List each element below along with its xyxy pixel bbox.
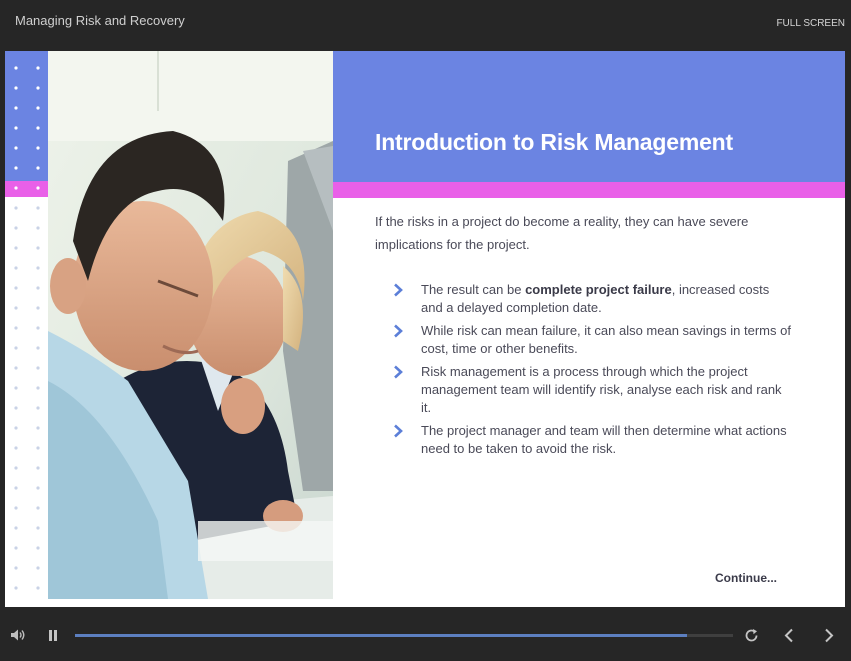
progress-bar[interactable] [75, 634, 733, 637]
business-people-photo [48, 51, 333, 599]
list-item: Risk management is a process through whi… [392, 363, 792, 417]
pause-icon[interactable] [47, 629, 59, 642]
emphasis-text: complete project failure [525, 282, 672, 297]
course-title: Managing Risk and Recovery [15, 13, 185, 28]
volume-icon[interactable] [10, 628, 26, 642]
chevron-right-icon[interactable] [823, 628, 835, 643]
chevron-right-icon [394, 424, 403, 438]
dot-pattern [14, 66, 40, 590]
intro-paragraph: If the risks in a project do become a re… [375, 214, 749, 252]
chevron-right-icon [394, 365, 403, 379]
chevron-right-icon [394, 324, 403, 338]
decorative-dot-strip [5, 51, 48, 607]
title-band [333, 51, 845, 182]
continue-link[interactable]: Continue... [715, 571, 777, 585]
bullet-list: The result can be complete project failu… [392, 281, 792, 463]
player-controls [0, 612, 851, 661]
replay-icon[interactable] [744, 628, 759, 643]
list-item: While risk can mean failure, it can also… [392, 322, 792, 358]
top-bar: Managing Risk and Recovery FULL SCREEN [0, 0, 851, 46]
slide-title: Introduction to Risk Management [375, 129, 733, 155]
fullscreen-button[interactable]: FULL SCREEN [776, 18, 845, 29]
list-item: The result can be complete project failu… [392, 281, 792, 317]
chevron-left-icon[interactable] [783, 628, 795, 643]
list-item: The project manager and team will then d… [392, 422, 792, 458]
chevron-right-icon [394, 283, 403, 297]
progress-fill [75, 634, 687, 637]
slide-area: Introduction to Risk Management If the r… [5, 51, 845, 607]
accent-band [333, 182, 845, 198]
